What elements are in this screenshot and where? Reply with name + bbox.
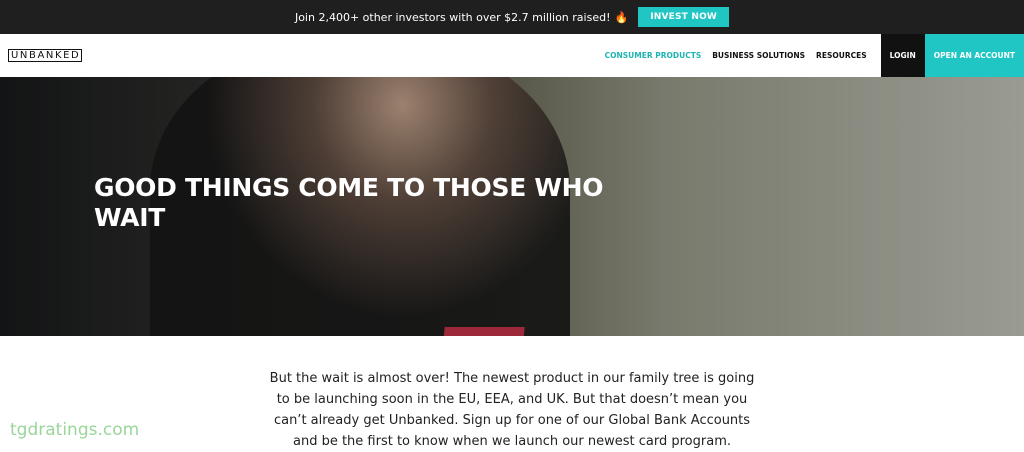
logo[interactable]: UNBANKED <box>8 49 83 62</box>
open-account-button[interactable]: OPEN AN ACCOUNT <box>924 34 1024 77</box>
nav-business-solutions[interactable]: BUSINESS SOLUTIONS <box>712 51 805 60</box>
nav-links: CONSUMER PRODUCTS BUSINESS SOLUTIONS RES… <box>594 34 1024 77</box>
watermark: tgdratings.com <box>10 420 140 440</box>
login-button[interactable]: LOGIN <box>880 34 925 77</box>
nav-resources[interactable]: RESOURCES <box>816 51 867 60</box>
announcement-bar: Join 2,400+ other investors with over $2… <box>0 0 1024 34</box>
promo-text: Join 2,400+ other investors with over $2… <box>294 10 611 24</box>
flame-icon: 🔥 <box>614 11 629 24</box>
invest-now-button[interactable]: INVEST NOW <box>638 7 730 27</box>
nav-consumer-products[interactable]: CONSUMER PRODUCTS <box>605 51 702 60</box>
hero-banner: GOOD THINGS COME TO THOSE WHO WAIT <box>0 77 1024 336</box>
hero-title: GOOD THINGS COME TO THOSE WHO WAIT <box>94 173 604 232</box>
body-paragraph: But the wait is almost over! The newest … <box>269 371 755 449</box>
logo-text: UNBANKED <box>8 49 83 62</box>
